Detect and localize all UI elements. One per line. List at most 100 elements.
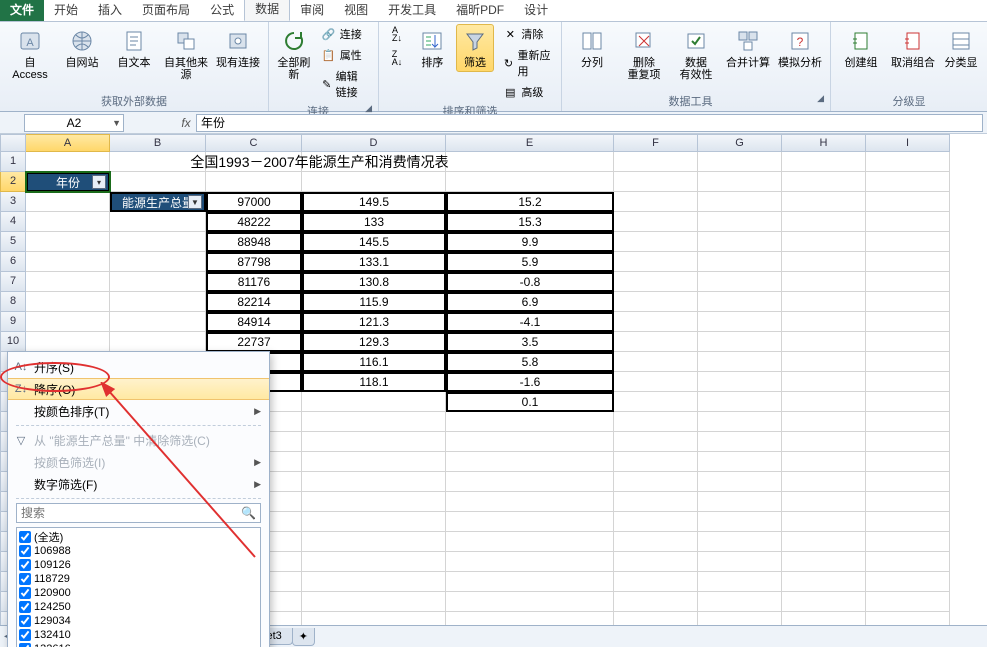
cell[interactable] [698, 372, 782, 392]
cell[interactable] [698, 412, 782, 432]
cell[interactable] [302, 552, 446, 572]
filter-checkbox[interactable] [19, 587, 31, 599]
table-header[interactable]: 能源生产总量▼ [110, 192, 206, 212]
filter-value-item[interactable]: 120900 [19, 586, 258, 600]
cell[interactable] [782, 152, 866, 172]
cell[interactable] [302, 432, 446, 452]
data-cell[interactable]: 116.1 [302, 352, 446, 372]
cell[interactable] [866, 172, 950, 192]
cell[interactable] [698, 572, 782, 592]
cell[interactable] [866, 332, 950, 352]
cell[interactable] [866, 552, 950, 572]
cell[interactable] [698, 472, 782, 492]
table-header[interactable]: 年份▾ [26, 172, 110, 192]
filter-value-item[interactable]: 106988 [19, 544, 258, 558]
cell[interactable] [698, 532, 782, 552]
cell[interactable] [26, 252, 110, 272]
data-cell[interactable]: -4.1 [446, 312, 614, 332]
cell[interactable] [782, 592, 866, 612]
filter-checkbox[interactable] [19, 629, 31, 641]
cell[interactable] [110, 312, 206, 332]
cell[interactable] [698, 552, 782, 572]
cell[interactable] [446, 552, 614, 572]
cell[interactable] [446, 472, 614, 492]
consolidate-button[interactable]: 合并计算 [724, 24, 772, 72]
cell[interactable] [26, 272, 110, 292]
cell[interactable] [110, 212, 206, 232]
cell[interactable] [446, 172, 614, 192]
filter-checkbox[interactable] [19, 601, 31, 613]
cell[interactable] [782, 452, 866, 472]
data-cell[interactable]: 115.9 [302, 292, 446, 312]
row-header[interactable]: 8 [0, 292, 26, 312]
cell[interactable] [110, 332, 206, 352]
existing-connections-button[interactable]: 现有连接 [214, 24, 262, 72]
cell[interactable] [26, 212, 110, 232]
cell[interactable] [782, 172, 866, 192]
cell[interactable] [614, 232, 698, 252]
row-header[interactable]: 1 [0, 152, 26, 172]
column-header[interactable]: G [698, 134, 782, 152]
filter-value-item[interactable]: 132410 [19, 628, 258, 642]
data-cell[interactable]: 15.2 [446, 192, 614, 212]
cell[interactable] [698, 432, 782, 452]
edit-links-button[interactable]: ✎编辑链接 [317, 66, 372, 102]
cell[interactable] [446, 452, 614, 472]
data-cell[interactable]: 129.3 [302, 332, 446, 352]
cell[interactable] [110, 252, 206, 272]
data-cell[interactable]: -1.6 [446, 372, 614, 392]
cell[interactable] [866, 312, 950, 332]
cell[interactable] [302, 512, 446, 532]
filter-value-item[interactable]: 132616 [19, 642, 258, 647]
sort-desc-button[interactable]: ZA↓ [385, 48, 409, 68]
cell[interactable] [698, 172, 782, 192]
cell[interactable] [698, 252, 782, 272]
data-cell[interactable]: 149.5 [302, 192, 446, 212]
cell[interactable] [302, 472, 446, 492]
filter-checkbox[interactable] [19, 573, 31, 585]
filter-checkbox[interactable] [19, 545, 31, 557]
cell[interactable] [302, 592, 446, 612]
tab-file[interactable]: 文件 [0, 0, 44, 21]
data-cell[interactable]: 130.8 [302, 272, 446, 292]
cell[interactable] [866, 432, 950, 452]
cell[interactable] [614, 412, 698, 432]
data-cell[interactable]: 22737 [206, 332, 302, 352]
cell[interactable] [26, 332, 110, 352]
sort-button[interactable]: 排序 [413, 24, 452, 72]
cell[interactable] [866, 512, 950, 532]
filter-checkbox[interactable] [19, 643, 31, 647]
cell[interactable] [206, 172, 302, 192]
data-cell[interactable]: 84914 [206, 312, 302, 332]
cell[interactable] [866, 252, 950, 272]
cell[interactable] [614, 332, 698, 352]
filter-value-item[interactable]: (全选) [19, 530, 258, 544]
row-header[interactable]: 4 [0, 212, 26, 232]
data-cell[interactable]: 15.3 [446, 212, 614, 232]
tab-design[interactable]: 设计 [514, 0, 558, 21]
cell[interactable] [614, 192, 698, 212]
cell[interactable] [866, 592, 950, 612]
data-cell[interactable]: 87798 [206, 252, 302, 272]
filter-checkbox[interactable] [19, 559, 31, 571]
subtotal-button[interactable]: 分类显 [941, 24, 981, 72]
cell[interactable] [614, 532, 698, 552]
data-cell[interactable]: 97000 [206, 192, 302, 212]
filter-checkbox[interactable] [19, 531, 31, 543]
tab-developer[interactable]: 开发工具 [378, 0, 446, 21]
filter-search[interactable]: 🔍 [16, 503, 261, 523]
cell[interactable] [614, 572, 698, 592]
row-header[interactable]: 9 [0, 312, 26, 332]
data-cell[interactable]: 82214 [206, 292, 302, 312]
cell[interactable] [446, 432, 614, 452]
cell[interactable] [302, 532, 446, 552]
data-cell[interactable]: 5.9 [446, 252, 614, 272]
cell[interactable] [110, 172, 206, 192]
worksheet[interactable]: ABCDEFGHI 1234567891011122829 全国1993－200… [0, 134, 987, 647]
cell[interactable] [614, 492, 698, 512]
chevron-down-icon[interactable]: ▼ [112, 118, 121, 128]
cell[interactable] [614, 392, 698, 412]
cell[interactable] [446, 532, 614, 552]
cell[interactable] [782, 252, 866, 272]
column-header[interactable]: C [206, 134, 302, 152]
